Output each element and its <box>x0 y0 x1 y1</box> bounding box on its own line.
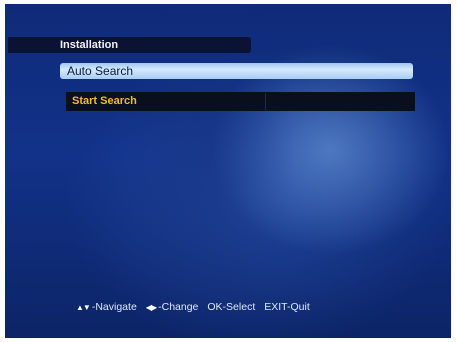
option-row-start-search[interactable]: Start Search <box>66 92 415 111</box>
frame-left <box>0 0 5 342</box>
menu-item-auto-search[interactable]: Auto Search <box>60 63 413 79</box>
left-right-arrows-icon: ◀▶ <box>145 302 157 312</box>
page-title: Installation <box>60 39 119 51</box>
option-divider <box>265 93 266 110</box>
hint-navigate: ▲▼ -Navigate <box>76 301 137 313</box>
hint-change-text: -Change <box>158 301 199 313</box>
frame-top <box>0 0 457 4</box>
menu-item-label: Auto Search <box>67 64 134 78</box>
hint-quit: EXIT-Quit <box>264 301 310 313</box>
hint-quit-text: EXIT-Quit <box>264 301 310 313</box>
hint-change: ◀▶ -Change <box>146 301 199 313</box>
hint-select: OK-Select <box>207 301 255 313</box>
page-title-bar: Installation <box>8 37 251 53</box>
hint-select-text: OK-Select <box>207 301 256 313</box>
tv-screen: Installation Auto Search Start Search ▲▼… <box>0 0 457 342</box>
hint-navigate-text: -Navigate <box>91 301 137 313</box>
footer-hints: ▲▼ -Navigate ◀▶ -Change OK-Select EXIT-Q… <box>76 300 319 314</box>
option-label: Start Search <box>72 95 137 107</box>
frame-right <box>451 0 457 342</box>
frame-bottom <box>0 338 457 342</box>
up-down-arrows-icon: ▲▼ <box>76 302 91 312</box>
